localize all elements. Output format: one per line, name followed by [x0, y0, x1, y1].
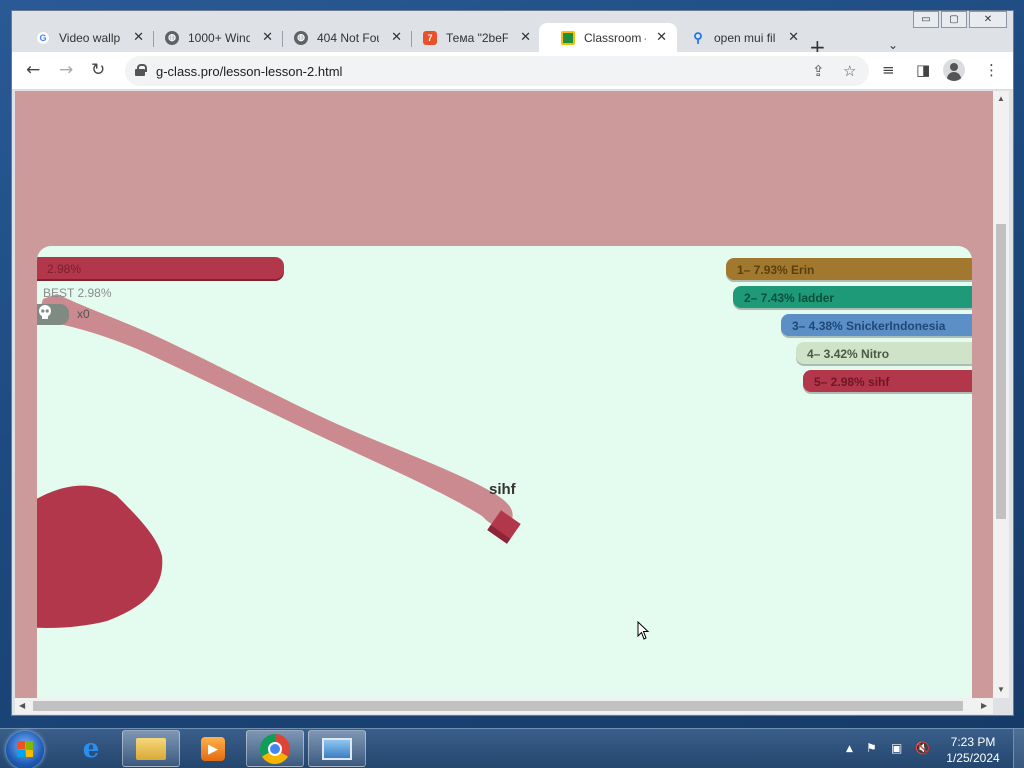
menu-kebab-icon[interactable]: ⋮ [984, 61, 999, 79]
page-viewport: 2.98% BEST 2.98% x0 sihf 1– 7.93% Erin 2… [15, 91, 993, 698]
leaderboard-row: 5– 2.98% sihf [803, 370, 972, 392]
internet-explorer-icon: e [82, 733, 100, 764]
taskbar: e ▶ ▲ ⚑ ▣ 🔇 7:23 PM 1/25/2024 [0, 728, 1024, 768]
leaderboard-row: 4– 3.42% Nitro [796, 342, 972, 364]
globe-icon: ◍ [165, 30, 179, 45]
taskbar-photo-viewer[interactable] [308, 730, 366, 767]
windows-logo-icon [17, 741, 33, 757]
tab-classroom[interactable]: Classroom – ✕ [539, 23, 677, 52]
tab-404-not-found[interactable]: ◍ 404 Not Fou ✕ [272, 23, 412, 52]
start-button[interactable] [6, 731, 44, 768]
reload-icon[interactable]: ↻ [91, 61, 105, 79]
network-icon[interactable]: ▣ [891, 741, 902, 755]
file-explorer-icon [136, 737, 166, 760]
clock-time: 7:23 PM [950, 735, 996, 749]
forward-arrow-icon[interactable]: → [59, 61, 73, 79]
mouse-cursor-icon [637, 621, 650, 640]
classroom-icon [561, 30, 575, 45]
action-center-icon[interactable]: ⚑ [866, 741, 877, 755]
scroll-right-icon[interactable]: ▶ [981, 701, 987, 710]
lock-icon[interactable] [135, 64, 147, 76]
seven-icon: 7 [423, 30, 437, 45]
taskbar-chrome[interactable] [246, 730, 304, 767]
leaderboard-row: 2– 7.43% ladder [733, 286, 972, 308]
media-control-icon[interactable]: ≡ [882, 61, 895, 79]
tab-label: Classroom – [584, 30, 646, 45]
leaderboard-entry-text: 3– 4.38% SnickerIndonesia [792, 319, 946, 333]
skull-icon [39, 305, 51, 319]
globe-icon: ◍ [294, 30, 308, 45]
photo-viewer-icon [322, 737, 352, 760]
tab-label: 404 Not Fou [317, 30, 379, 45]
taskbar-media-player[interactable]: ▶ [184, 730, 242, 767]
player-name-label: sihf [489, 481, 516, 498]
bookmark-star-icon[interactable]: ☆ [843, 62, 856, 80]
tab-label: Video wallp [59, 30, 121, 45]
browser-toolbar: ← → ↻ g-class.pro/lesson-lesson-2.html ⇪… [12, 52, 1013, 90]
volume-muted-icon[interactable]: 🔇 [915, 741, 930, 755]
chrome-icon [260, 733, 290, 764]
vertical-scrollbar[interactable]: ▲ ▼ [993, 91, 1009, 698]
profile-avatar-icon[interactable] [943, 59, 965, 81]
tab-label: Тема "2beF [446, 30, 508, 45]
media-player-icon: ▶ [201, 736, 225, 761]
scroll-left-icon[interactable]: ◀ [19, 701, 25, 710]
address-bar[interactable]: g-class.pro/lesson-lesson-2.html ⇪ ☆ [125, 56, 869, 86]
url-text[interactable]: g-class.pro/lesson-lesson-2.html [156, 64, 342, 79]
best-score: BEST 2.98% [43, 286, 112, 300]
leaderboard-entry-text: 1– 7.93% Erin [737, 263, 815, 277]
tab-1000-windows[interactable]: ◍ 1000+ Wind ✕ [143, 23, 283, 52]
close-tab-icon[interactable]: ✕ [656, 30, 667, 45]
scroll-down-icon[interactable]: ▼ [997, 685, 1005, 694]
taskbar-internet-explorer[interactable]: e [62, 730, 120, 767]
side-panel-icon[interactable]: ◨ [916, 61, 930, 79]
tab-open-mui[interactable]: ⚲ open mui fil ✕ [669, 23, 809, 52]
back-arrow-icon[interactable]: ← [26, 61, 40, 79]
tab-tema[interactable]: 7 Тема "2beF ✕ [401, 23, 541, 52]
progress-label: 2.98% [47, 262, 82, 276]
tab-label: 1000+ Wind [188, 30, 250, 45]
leaderboard-row: 3– 4.38% SnickerIndonesia [781, 314, 972, 336]
leaderboard-entry-text: 2– 7.43% ladder [744, 291, 835, 305]
vertical-scroll-thumb[interactable] [996, 224, 1006, 519]
show-hidden-icons-icon[interactable]: ▲ [846, 744, 853, 754]
horizontal-scroll-thumb[interactable] [33, 701, 963, 711]
browser-window: ▭ ▢ ✕ G Video wallp ✕ ◍ 1000+ Wind ✕ ◍ 4… [11, 10, 1014, 716]
game-arena[interactable]: 2.98% BEST 2.98% x0 sihf 1– 7.93% Erin 2… [37, 246, 972, 698]
player-territory [37, 485, 163, 628]
taskbar-file-explorer[interactable] [122, 730, 180, 767]
horizontal-scrollbar[interactable]: ◀ ▶ [15, 698, 993, 714]
territory-progress-bar: 2.98% [37, 257, 284, 279]
close-tab-icon[interactable]: ✕ [788, 30, 799, 45]
leaderboard-entry-text: 5– 2.98% sihf [814, 375, 890, 389]
google-icon: G [36, 30, 50, 45]
close-tab-icon[interactable]: ✕ [520, 30, 531, 45]
clock-date: 1/25/2024 [946, 751, 1000, 765]
system-clock[interactable]: 7:23 PM 1/25/2024 [938, 734, 1008, 766]
leaderboard-entry-text: 4– 3.42% Nitro [807, 347, 890, 361]
kills-count: x0 [77, 307, 90, 321]
show-desktop-button[interactable] [1013, 729, 1024, 768]
search-icon: ⚲ [693, 29, 703, 45]
tab-video-wallpaper[interactable]: G Video wallp ✕ [14, 23, 154, 52]
kills-badge [37, 304, 69, 325]
tab-label: open mui fil [714, 30, 776, 45]
leaderboard-row: 1– 7.93% Erin [726, 258, 972, 280]
tab-strip: G Video wallp ✕ ◍ 1000+ Wind ✕ ◍ 404 Not… [12, 21, 1013, 59]
share-icon[interactable]: ⇪ [812, 62, 825, 80]
scroll-up-icon[interactable]: ▲ [997, 94, 1005, 103]
tab-search-button[interactable]: ⌄ [888, 38, 898, 52]
